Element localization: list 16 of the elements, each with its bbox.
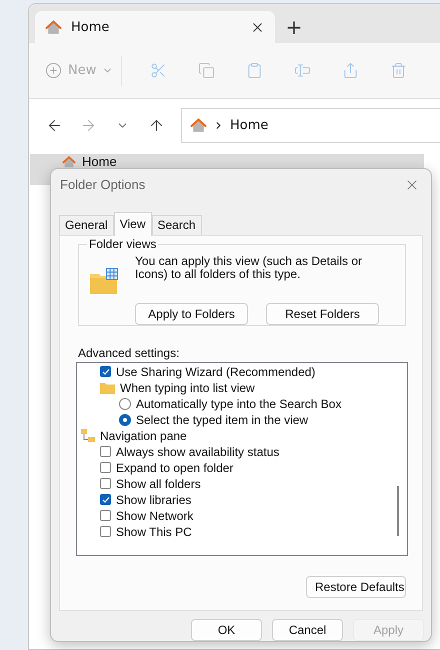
setting-label: Select the typed item in the view: [136, 412, 308, 427]
setting-label: Navigation pane: [100, 428, 187, 443]
setting-label: Show all folders: [116, 476, 201, 491]
description: You can apply this view (such as Details or Icons) to all folders of this type.: [135, 254, 364, 283]
setting-label: Show Network: [116, 508, 194, 523]
tab-title: Home: [71, 20, 110, 34]
setting-label: Expand to open folder: [116, 460, 234, 475]
setting-label: Show libraries: [116, 492, 192, 507]
group-title: Folder views: [87, 236, 158, 251]
setting-label: When typing into list view: [120, 380, 255, 395]
setting-label: Use Sharing Wizard (Recommended): [116, 364, 316, 379]
setting-label: Show This PC: [116, 524, 192, 539]
setting-label: Always show availability status: [116, 444, 280, 459]
section-label: Advanced settings:: [78, 346, 180, 360]
dialog-title: Folder Options: [60, 177, 146, 192]
setting-label: Automatically type into the Search Box: [136, 396, 342, 411]
